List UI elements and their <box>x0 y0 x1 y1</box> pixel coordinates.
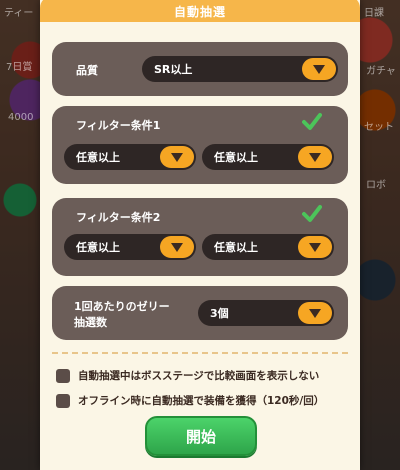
chevron-down-icon <box>302 58 336 80</box>
dashed-divider <box>52 352 348 354</box>
auto-draw-dialog: 自動抽選 品質 SR以上 フィルター条件1 任意以上 任意以上 フィルター条件2… <box>40 0 360 470</box>
bg-text: 7日賞 <box>6 62 33 73</box>
option-offline-equip[interactable]: オフライン時に自動抽選で装備を獲得（120秒/回） <box>56 393 324 408</box>
dialog-header: 自動抽選 <box>40 0 360 22</box>
chevron-down-icon <box>298 146 332 168</box>
quality-label: 品質 <box>76 64 98 77</box>
jelly-dropdown[interactable]: 3個 <box>198 300 334 326</box>
quality-value: SR以上 <box>154 63 193 76</box>
filter2-panel: フィルター条件2 任意以上 任意以上 <box>52 198 348 276</box>
chevron-down-icon <box>160 236 194 258</box>
jelly-value: 3個 <box>210 307 229 320</box>
chevron-down-icon <box>160 146 194 168</box>
filter1-panel: フィルター条件1 任意以上 任意以上 <box>52 106 348 184</box>
jelly-label-line2: 抽選数 <box>74 316 107 329</box>
bg-text: ロボ <box>366 180 386 191</box>
chevron-down-icon <box>298 302 332 324</box>
bg-text: 4000 <box>8 112 34 123</box>
jelly-panel: 1回あたりのゼリー 抽選数 3個 <box>52 286 348 340</box>
quality-panel: 品質 SR以上 <box>52 42 348 96</box>
offline-equip-checkbox[interactable] <box>56 393 70 408</box>
filter1-left-dropdown[interactable]: 任意以上 <box>64 144 196 170</box>
filter2-label: フィルター条件2 <box>76 211 161 224</box>
bg-text: 日課 <box>364 8 384 19</box>
start-button[interactable]: 開始 <box>145 416 257 456</box>
filter1-label: フィルター条件1 <box>76 119 161 132</box>
filter2-left-value: 任意以上 <box>76 241 120 254</box>
chevron-down-icon <box>298 236 332 258</box>
hide-compare-label: 自動抽選中はボスステージで比較画面を表示しない <box>78 370 320 382</box>
hide-compare-checkbox[interactable] <box>56 368 70 383</box>
bg-text: ガチャ <box>366 66 396 77</box>
option-hide-compare[interactable]: 自動抽選中はボスステージで比較画面を表示しない <box>56 368 319 383</box>
filter2-right-dropdown[interactable]: 任意以上 <box>202 234 334 260</box>
offline-equip-label: オフライン時に自動抽選で装備を獲得（120秒/回） <box>78 395 325 407</box>
dialog-title: 自動抽選 <box>173 4 226 19</box>
filter1-right-value: 任意以上 <box>214 151 258 164</box>
check-icon[interactable] <box>302 204 322 224</box>
filter2-right-value: 任意以上 <box>214 241 258 254</box>
jelly-label-line1: 1回あたりのゼリー <box>74 300 170 313</box>
quality-dropdown[interactable]: SR以上 <box>142 56 338 82</box>
filter2-left-dropdown[interactable]: 任意以上 <box>64 234 196 260</box>
filter1-right-dropdown[interactable]: 任意以上 <box>202 144 334 170</box>
filter1-left-value: 任意以上 <box>76 151 120 164</box>
check-icon[interactable] <box>302 112 322 132</box>
start-label: 開始 <box>185 427 216 446</box>
bg-text: ティー <box>4 8 34 19</box>
bg-text: セット <box>364 122 394 133</box>
